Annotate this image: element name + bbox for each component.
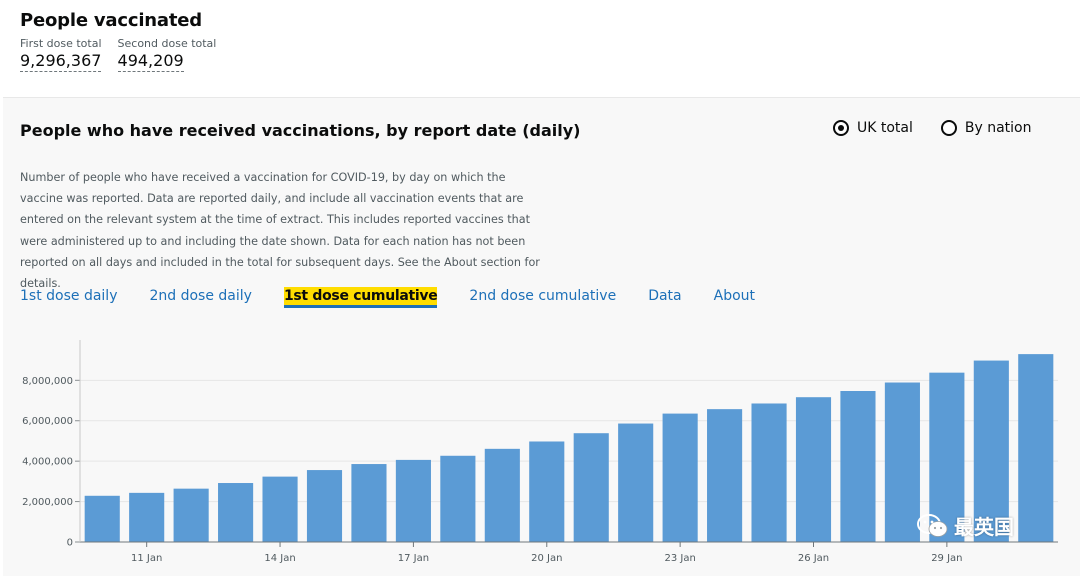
bar-chart: 0 2,000,000 4,000,000 6,000,000 8,000,000 11 … [22, 340, 1058, 564]
bar [440, 455, 476, 542]
bar [84, 495, 120, 542]
bar [618, 423, 654, 542]
y-tick-label: 6,000,000 [22, 416, 73, 427]
bar [751, 403, 787, 542]
bar [573, 433, 609, 542]
bar [351, 464, 387, 542]
wechat-icon [917, 513, 948, 537]
bar [1018, 354, 1054, 542]
bar [395, 459, 431, 542]
watermark: 最英国 [916, 511, 1014, 540]
bar [484, 448, 520, 542]
bar [795, 397, 832, 542]
bar [129, 492, 165, 542]
y-tick-label: 8,000,000 [22, 376, 73, 387]
bar [840, 391, 876, 542]
bar [529, 441, 565, 542]
y-tick-label: 4,000,000 [22, 457, 73, 468]
bar [884, 382, 920, 542]
x-tick-label: 26 Jan [798, 553, 829, 564]
x-tick-label: 29 Jan [931, 553, 962, 564]
x-tick-label: 11 Jan [131, 553, 162, 564]
x-tick-label: 23 Jan [664, 553, 695, 564]
bar [707, 409, 743, 542]
y-tick-label: 0 [67, 538, 73, 549]
x-tick-label: 17 Jan [398, 553, 429, 564]
bar [218, 483, 254, 542]
x-tick-label: 14 Jan [264, 553, 295, 564]
bar [262, 476, 298, 542]
y-tick-label: 2,000,000 [22, 497, 73, 508]
x-tick-label: 20 Jan [531, 553, 562, 564]
bar [306, 470, 343, 542]
watermark-text: 最英国 [954, 515, 1014, 539]
bar [662, 413, 698, 542]
bar [173, 488, 209, 542]
